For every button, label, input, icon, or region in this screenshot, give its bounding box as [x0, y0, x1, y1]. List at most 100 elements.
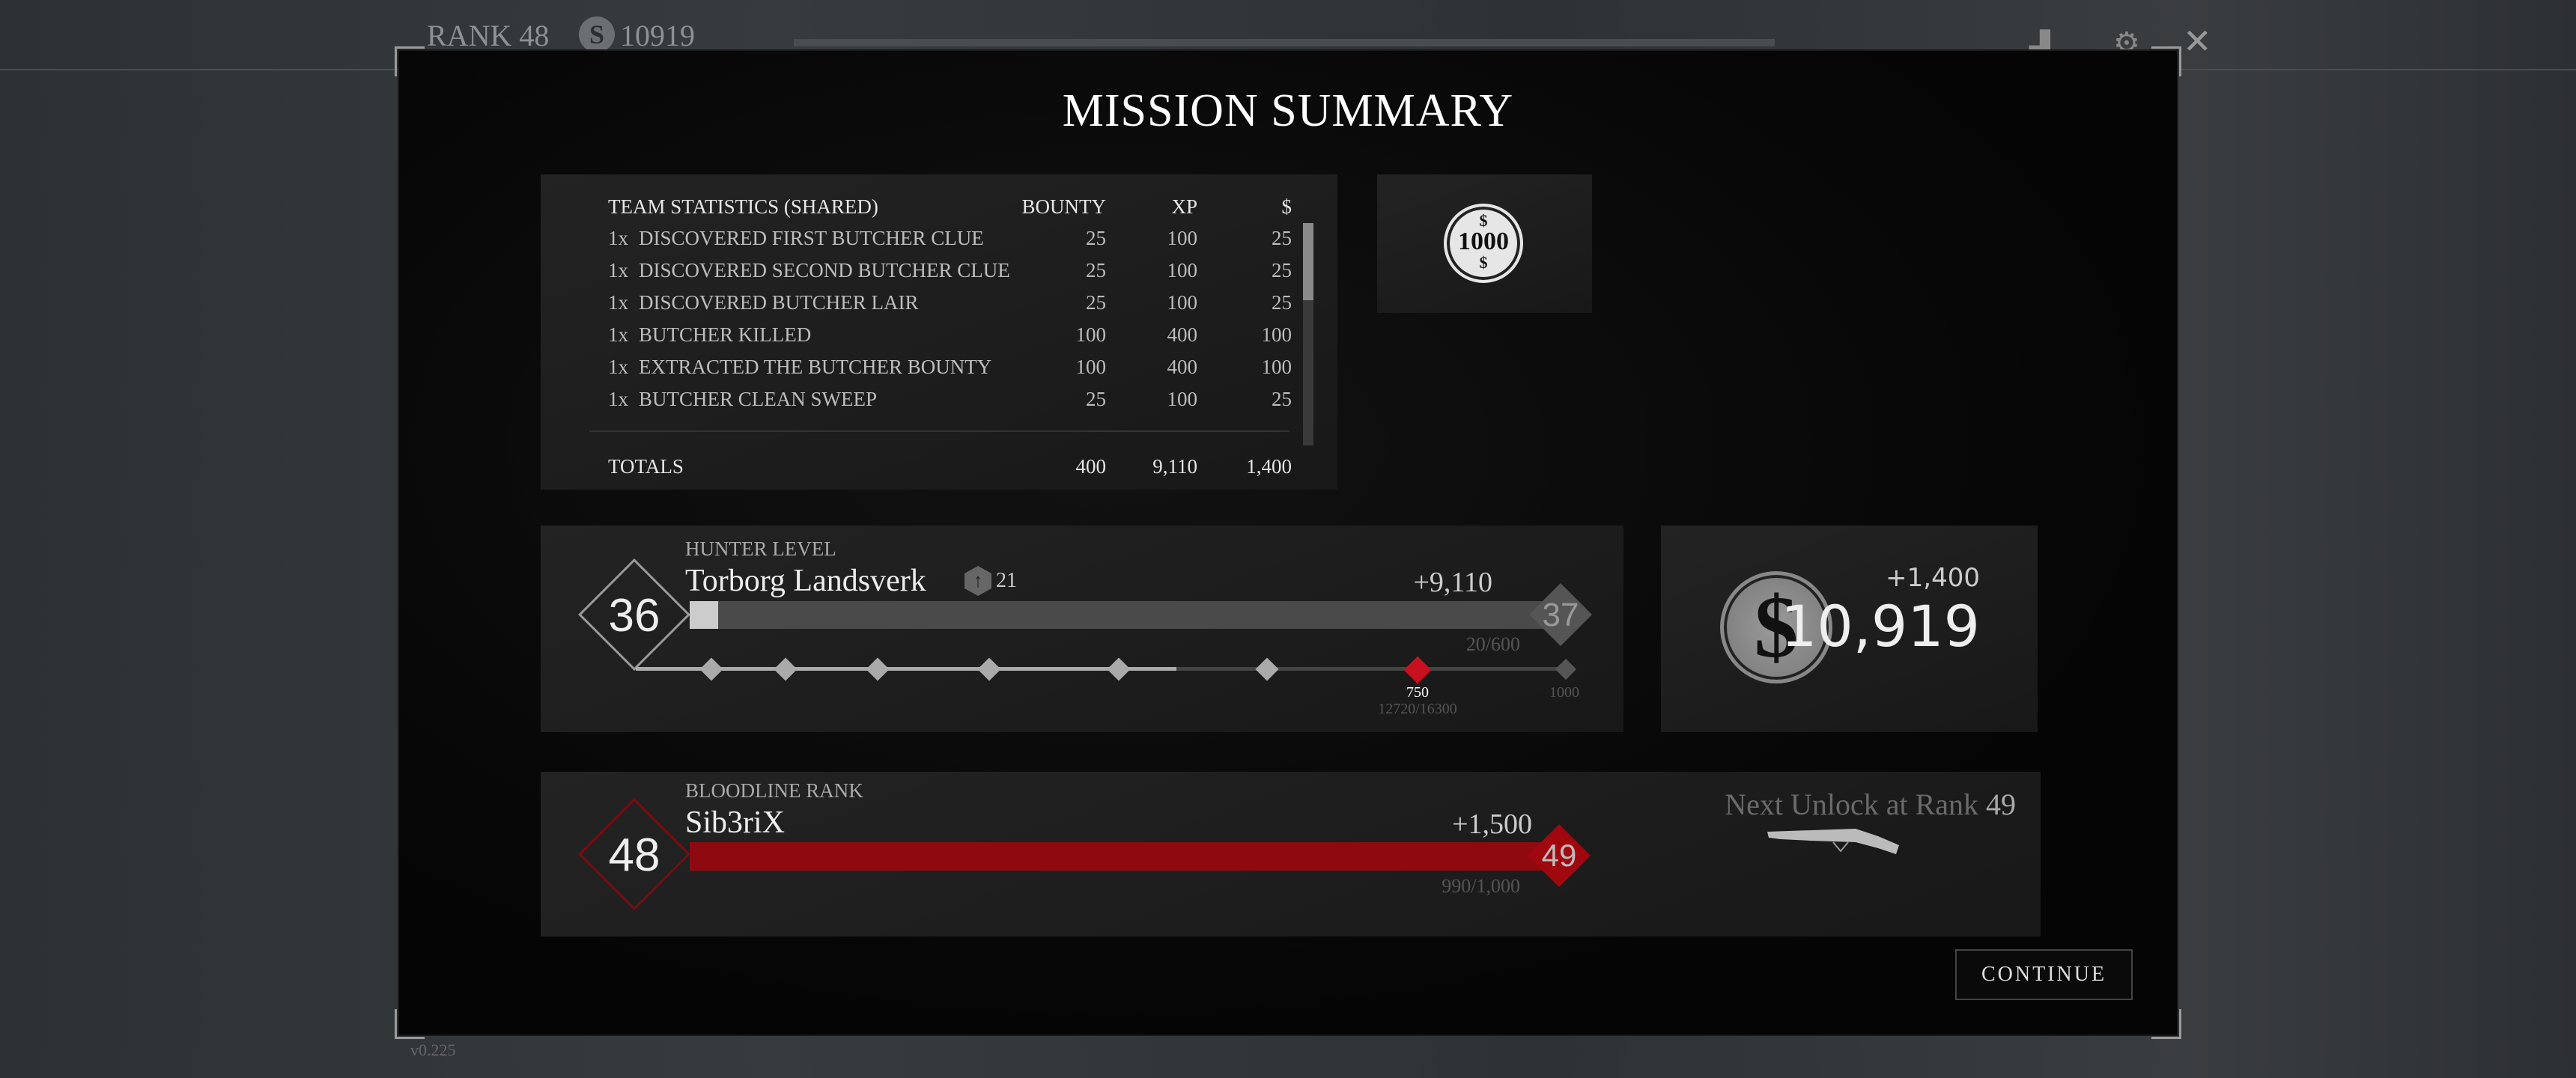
milestone-marker	[866, 657, 890, 681]
header-label: TEAM STATISTICS (SHARED)	[608, 195, 878, 218]
next-unlock-text: Next Unlock at Rank 49	[1725, 787, 2016, 822]
stat-bounty: 100	[1075, 356, 1107, 378]
stat-bounty: 25	[1086, 388, 1106, 410]
stat-row: 1x DISCOVERED FIRST BUTCHER CLUE 25 100 25	[608, 223, 1292, 253]
xp-gain: +9,110	[1413, 567, 1492, 598]
bloodline-bar	[690, 842, 1551, 871]
version-label: v0.225	[410, 1041, 456, 1059]
upgrade-points-icon: ↑	[965, 566, 991, 596]
topbar-currency: 10919	[620, 19, 695, 52]
stat-bounty: 25	[1086, 227, 1106, 249]
totals-divider	[589, 430, 1289, 432]
stat-row: 1x BUTCHER KILLED 100 400 100	[608, 320, 1292, 350]
bloodline-rank-panel: 48 BLOODLINE RANK Sib3riX +1,500 49 990/…	[541, 772, 2041, 937]
money-panel: $ +1,400 10,919	[1661, 526, 2038, 732]
stat-dollars: 25	[1272, 388, 1292, 410]
stat-qty: 1x	[608, 259, 628, 281]
next-unlock-rank: 49	[1986, 788, 2016, 821]
money-gain: +1,400	[1886, 563, 1980, 593]
corner-ornament	[395, 1009, 425, 1039]
stat-qty: 1x	[608, 227, 628, 249]
stat-xp: 400	[1167, 356, 1198, 378]
hunter-xp-fill	[690, 601, 719, 629]
bloodline-progress: 990/1,000	[1442, 875, 1520, 897]
milestone-marker	[774, 657, 798, 681]
totals-label: TOTALS	[608, 455, 684, 478]
level-progress: 20/600	[1465, 633, 1520, 655]
corner-ornament	[395, 46, 425, 76]
stat-row: 1x BUTCHER CLEAN SWEEP 25 100 25	[608, 384, 1292, 414]
stat-row: 1x EXTRACTED THE BUTCHER BOUNTY 100 400 100	[608, 352, 1292, 382]
topbar-rank: RANK 48	[427, 19, 550, 52]
upgrade-points: 21	[996, 569, 1017, 592]
milestone-max: 1000	[1549, 684, 1579, 701]
stat-label: EXTRACTED THE BUTCHER BOUNTY	[639, 356, 992, 378]
totals-dollars: 1,400	[1246, 455, 1292, 478]
stat-dollars: 100	[1261, 323, 1292, 346]
stat-label: BUTCHER CLEAN SWEEP	[639, 388, 878, 410]
stat-xp: 100	[1167, 291, 1198, 314]
bloodline-fill	[690, 842, 1543, 871]
currency-coin-icon: S	[579, 16, 615, 52]
hunter-level: 36	[608, 590, 660, 642]
next-level: 37	[1542, 597, 1579, 633]
coin-value: 1000	[1458, 228, 1509, 255]
header-dollars: $	[1281, 195, 1292, 218]
stat-qty: 1x	[608, 388, 628, 410]
close-icon[interactable]: ✕	[2183, 21, 2212, 61]
milestone-marker	[977, 657, 1001, 681]
milestone-marker-max	[1555, 658, 1577, 680]
header-bounty: BOUNTY	[1021, 195, 1107, 218]
milestone-marker	[699, 657, 723, 681]
stat-xp: 400	[1167, 323, 1198, 346]
stat-dollars: 25	[1272, 227, 1292, 249]
stat-qty: 1x	[608, 291, 628, 314]
money-total: 10,919	[1781, 593, 1980, 660]
stat-row: 1x DISCOVERED BUTCHER LAIR 25 100 25	[608, 287, 1292, 317]
stat-bounty: 25	[1086, 259, 1106, 281]
bounty-coin-icon: $ 1000 $	[1444, 204, 1523, 283]
hunter-section-label: HUNTER LEVEL	[685, 538, 836, 560]
stat-bounty: 100	[1075, 323, 1107, 346]
stat-label: DISCOVERED BUTCHER LAIR	[639, 291, 919, 314]
stat-label: BUTCHER KILLED	[639, 323, 812, 346]
stat-dollars: 100	[1261, 356, 1292, 378]
stats-scrollbar[interactable]	[1303, 223, 1313, 445]
corner-ornament	[2151, 1009, 2181, 1039]
milestone-marker	[1107, 657, 1131, 681]
hunter-xp-bar	[690, 601, 1552, 629]
stat-label: DISCOVERED FIRST BUTCHER CLUE	[639, 227, 984, 249]
header-xp: XP	[1171, 195, 1197, 218]
topbar-bar	[794, 39, 1775, 46]
stat-dollars: 25	[1272, 259, 1292, 281]
coin-symbol: $	[1479, 253, 1488, 272]
scrollbar-thumb[interactable]	[1303, 223, 1313, 300]
stat-xp: 100	[1167, 227, 1198, 249]
next-unlock-prefix: Next Unlock at Rank	[1725, 788, 1978, 821]
shotgun-unlock-icon	[1767, 829, 1899, 854]
stat-dollars: 25	[1272, 291, 1292, 314]
totals-bounty: 400	[1075, 455, 1107, 478]
totals-row: TOTALS 400 9,110 1,400	[608, 451, 1292, 481]
bonus-panel: $ 1000 $	[1377, 174, 1592, 313]
stat-row: 1x DISCOVERED SECOND BUTCHER CLUE 25 100 25	[608, 255, 1292, 285]
bloodline-name: Sib3riX	[685, 806, 786, 840]
milestone-value: 750	[1406, 684, 1429, 701]
totals-xp: 9,110	[1152, 455, 1197, 478]
team-statistics-panel: TEAM STATISTICS (SHARED) BOUNTY XP $ 1x D…	[541, 174, 1337, 490]
corner-ornament	[2151, 46, 2181, 76]
bloodline-gain: +1,500	[1452, 808, 1532, 840]
bloodline-section-label: BLOODLINE RANK	[685, 779, 863, 802]
modal-title: MISSION SUMMARY	[1062, 85, 1514, 136]
hunter-name: Torborg Landsverk	[685, 564, 926, 598]
stat-qty: 1x	[608, 356, 628, 378]
stat-xp: 100	[1167, 259, 1198, 281]
continue-button[interactable]: CONTINUE	[1955, 949, 2133, 1000]
hunter-level-panel: 36 HUNTER LEVEL Torborg Landsverk ↑ 21 +…	[541, 526, 1623, 732]
stat-qty: 1x	[608, 323, 628, 346]
bloodline-rank: 48	[608, 829, 660, 881]
milestone-marker	[1255, 657, 1279, 681]
stat-label: DISCOVERED SECOND BUTCHER CLUE	[639, 259, 1010, 281]
milestone-marker-active	[1403, 656, 1432, 684]
stat-xp: 100	[1167, 388, 1198, 410]
